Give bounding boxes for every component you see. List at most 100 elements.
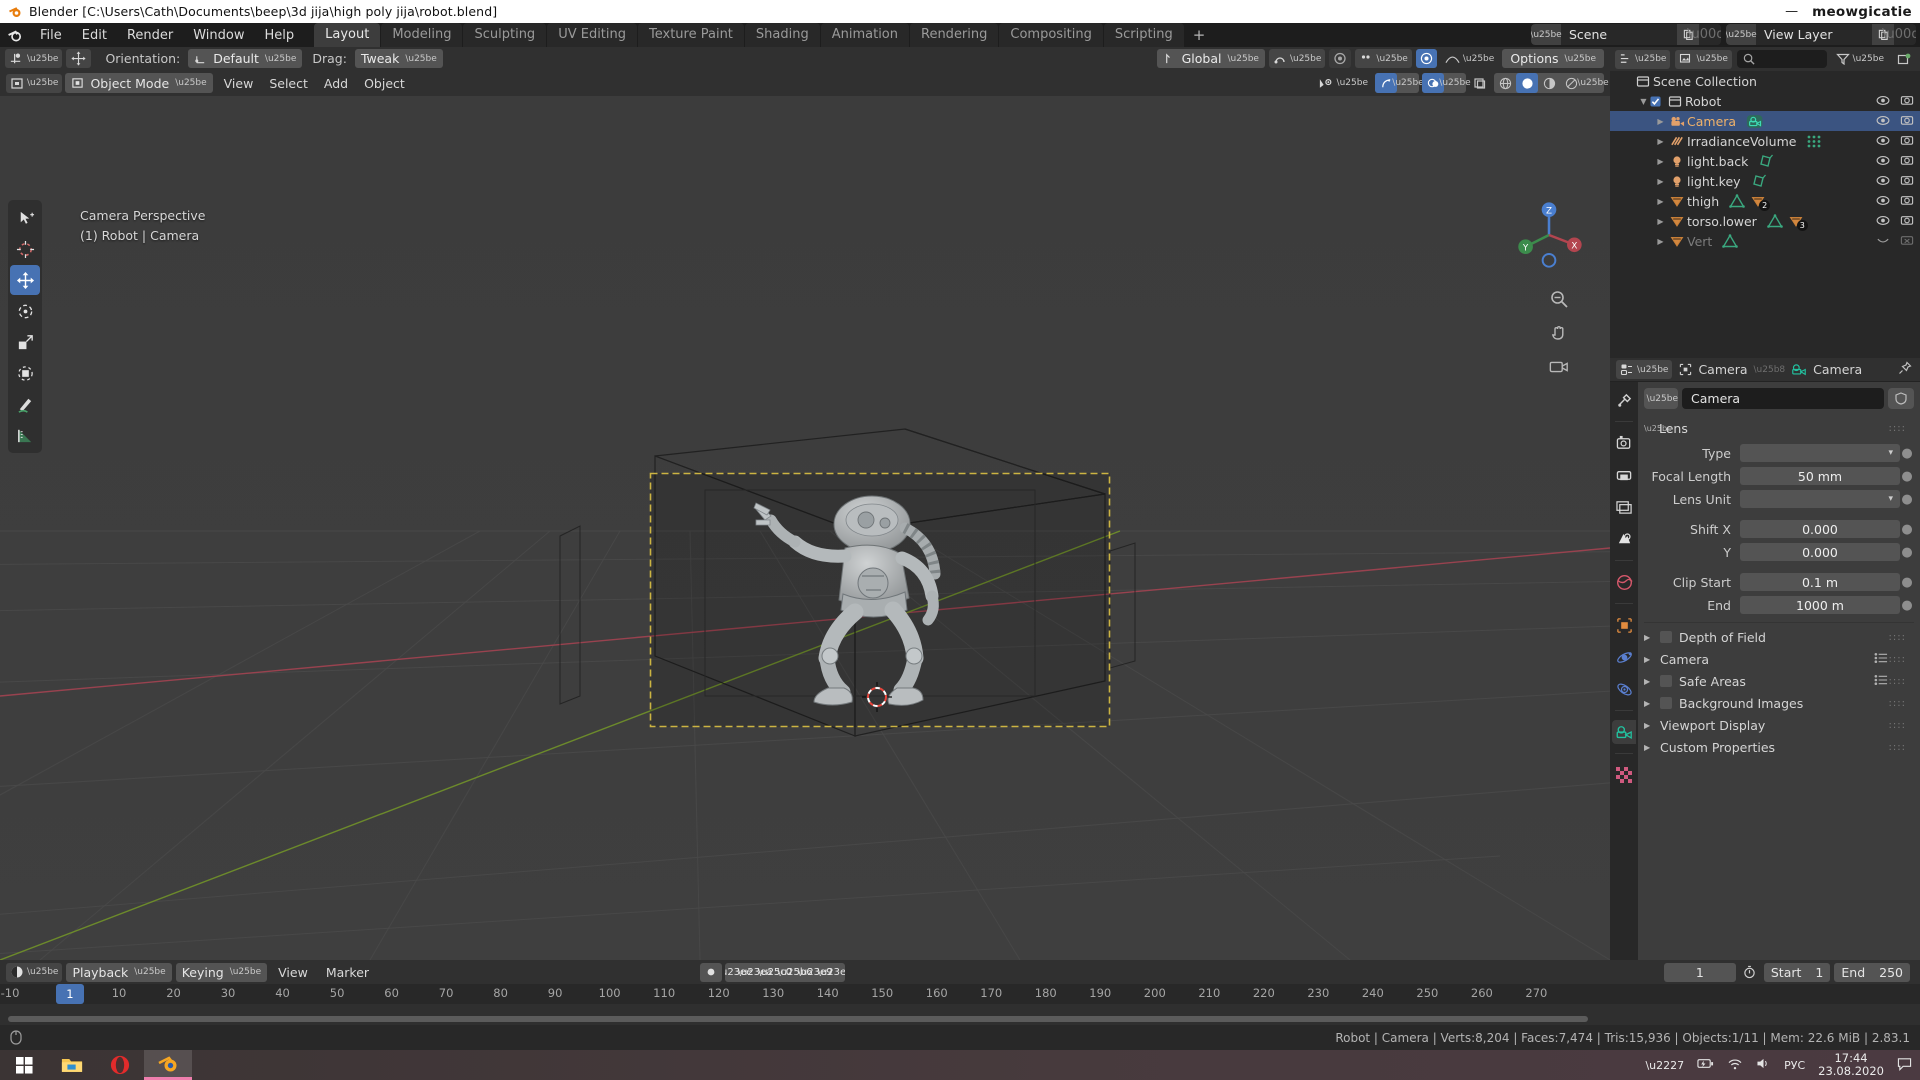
view-layer-selector[interactable]: \u25be View Layer \u00d7 [1726, 24, 1916, 45]
disable-in-renders-icon[interactable] [1900, 114, 1914, 129]
outliner-data-icon[interactable] [1729, 194, 1745, 208]
options-dropdown[interactable]: Options \u25be [1502, 49, 1604, 68]
animate-property-dot[interactable]: ● [1900, 575, 1914, 590]
animate-property-dot[interactable]: ● [1900, 522, 1914, 537]
workspace-tab-rendering[interactable]: Rendering [910, 23, 999, 47]
outliner-row-light-back[interactable]: ▶ light.back [1610, 151, 1920, 171]
outliner-tree[interactable]: Scene Collection ▼ Robot ▶ Camera ▶ Irradiance… [1610, 71, 1920, 251]
subpanel-disclosure-icon[interactable]: ▶ [1644, 743, 1653, 752]
disable-in-renders-icon[interactable] [1900, 234, 1914, 249]
breadcrumb-object-name[interactable]: Camera [1698, 362, 1747, 377]
outliner-row-toggles[interactable] [1876, 94, 1914, 109]
transform-orientation-dropdown[interactable]: Global \u25be [1156, 49, 1265, 68]
properties-tool-tab[interactable] [1612, 388, 1636, 412]
subpanel-viewport-display[interactable]: ▶ Viewport Display:::: [1644, 715, 1914, 735]
outliner-row-robot[interactable]: ▼ Robot [1610, 91, 1920, 111]
subpanel-safe-areas[interactable]: ▶ Safe Areas:::: [1644, 671, 1914, 691]
outliner-disclosure-triangle[interactable]: ▶ [1654, 177, 1667, 186]
lens-panel-header[interactable]: \u25bc Lens :::: [1644, 417, 1914, 439]
subpanel-depth-of-field[interactable]: ▶ Depth of Field:::: [1644, 627, 1914, 647]
property-value-field[interactable]: 50 mm [1740, 467, 1900, 485]
outliner-data-icon[interactable] [1758, 154, 1774, 169]
properties-texture-tab[interactable] [1612, 763, 1636, 787]
collapse-chevron-icon[interactable] [1876, 234, 1890, 249]
properties-editor-type-button[interactable]: \u25be [1616, 360, 1673, 379]
topbar-menu-edit[interactable]: Edit [72, 25, 117, 46]
timeline-view-menu[interactable]: View [271, 963, 315, 982]
camera-data-browse-button[interactable]: \u25be [1644, 388, 1678, 409]
outliner-display-mode-dropdown[interactable]: \u25be [1675, 49, 1732, 69]
action-center-icon[interactable] [1897, 1057, 1912, 1074]
add-workspace-button[interactable]: + [1184, 23, 1215, 47]
properties-physics-tab[interactable] [1612, 677, 1636, 701]
use-preview-range-icon[interactable] [1740, 965, 1760, 979]
material-preview-shading-icon[interactable] [1538, 73, 1560, 93]
hide-in-viewport-icon[interactable] [1876, 134, 1890, 149]
tool-transform[interactable] [10, 358, 40, 388]
outliner-row-thigh[interactable]: ▶ thigh 2 [1610, 191, 1920, 211]
proportional-falloff-toggle[interactable] [1415, 49, 1437, 68]
viewport-menu-add[interactable]: Add [316, 74, 356, 93]
outliner-row-light-key[interactable]: ▶ light.key [1610, 171, 1920, 191]
property-value-field[interactable]: 0.000 [1740, 543, 1900, 561]
outliner-editor-type-button[interactable]: \u25be [1615, 49, 1671, 69]
language-indicator[interactable]: РУС [1784, 1059, 1805, 1072]
outliner-disclosure-triangle[interactable]: ▶ [1654, 137, 1667, 146]
subpanel-disclosure-icon[interactable]: ▶ [1644, 721, 1653, 730]
outliner-disclosure-triangle[interactable]: ▶ [1654, 217, 1667, 226]
shading-options-chevron-icon[interactable]: \u25be [1577, 73, 1608, 93]
minimize-button[interactable]: — [1785, 4, 1798, 19]
topbar-menu-render[interactable]: Render [117, 25, 183, 46]
hide-in-viewport-icon[interactable] [1876, 194, 1890, 209]
disable-in-renders-icon[interactable] [1900, 214, 1914, 229]
outliner-row-scene-collection[interactable]: Scene Collection [1610, 71, 1920, 91]
auto-keying-button[interactable] [700, 962, 722, 982]
subpanel-presets-icon[interactable] [1874, 652, 1888, 667]
volume-icon[interactable] [1756, 1057, 1771, 1073]
timeline-track-area[interactable] [0, 1004, 1920, 1025]
delete-view-layer-button[interactable]: \u00d7 [1882, 24, 1916, 45]
disable-in-renders-icon[interactable] [1900, 134, 1914, 149]
outliner-data-icon[interactable] [1746, 114, 1766, 129]
outliner-filter-button[interactable]: \u25be [1832, 50, 1888, 69]
shading-mode-group[interactable]: \u25be [1494, 73, 1609, 93]
tool-move[interactable] [10, 265, 40, 295]
disable-in-renders-icon[interactable] [1900, 174, 1914, 189]
gizmo-toggle-group[interactable]: \u25be [1375, 73, 1424, 93]
current-frame-field[interactable]: 1 [1663, 962, 1736, 982]
disable-in-renders-icon[interactable] [1900, 154, 1914, 169]
subpanel-disclosure-icon[interactable]: ▶ [1644, 677, 1653, 686]
outliner-disclosure-triangle[interactable]: ▶ [1654, 197, 1667, 206]
scene-icon[interactable]: \u25be [1531, 24, 1562, 45]
outliner-disclosure-triangle[interactable]: ▼ [1637, 97, 1650, 106]
animate-property-dot[interactable]: ● [1900, 545, 1914, 560]
hide-in-viewport-icon[interactable] [1876, 94, 1890, 109]
outliner-row-toggles[interactable] [1876, 134, 1914, 149]
subpanel-presets-icon[interactable] [1874, 674, 1888, 689]
keying-dropdown[interactable]: Keying \u25be [175, 962, 268, 982]
workspace-tab-animation[interactable]: Animation [820, 23, 909, 47]
viewport-menu-select[interactable]: Select [261, 74, 316, 93]
hide-in-viewport-icon[interactable] [1876, 154, 1890, 169]
workspace-tab-modeling[interactable]: Modeling [381, 23, 463, 47]
pan-hand-icon[interactable] [1546, 320, 1572, 346]
outliner-row-irradiancevolume[interactable]: ▶ IrradianceVolume [1610, 131, 1920, 151]
subpanel-disclosure-icon[interactable]: ▶ [1644, 655, 1653, 664]
viewport-menu-view[interactable]: View [216, 74, 262, 93]
outliner-disclosure-triangle[interactable]: ▶ [1654, 157, 1667, 166]
delete-scene-button[interactable]: \u00d7 [1687, 24, 1721, 45]
properties-object-data-tab[interactable] [1612, 720, 1636, 744]
workspace-tab-compositing[interactable]: Compositing [999, 23, 1103, 47]
outliner-search-input[interactable] [1736, 50, 1827, 68]
window-controls[interactable]: — meowgicatie [1785, 0, 1912, 23]
scene-selector[interactable]: \u25be Scene \u00d7 [1531, 24, 1721, 45]
camera-view-icon[interactable] [1546, 354, 1572, 380]
outliner-row-toggles[interactable] [1876, 194, 1914, 209]
taskbar-clock[interactable]: 17:44 23.08.2020 [1818, 1052, 1884, 1078]
object-visibility-dropdown[interactable]: \u25be [1314, 74, 1372, 93]
subpanel-disclosure-icon[interactable]: ▶ [1644, 633, 1653, 642]
outliner-row-toggles[interactable] [1876, 234, 1914, 249]
outliner-row-torso-lower[interactable]: ▶ torso.lower 3 [1610, 211, 1920, 231]
subpanel-camera[interactable]: ▶ Camera:::: [1644, 649, 1914, 669]
outliner-row-toggles[interactable] [1876, 154, 1914, 169]
